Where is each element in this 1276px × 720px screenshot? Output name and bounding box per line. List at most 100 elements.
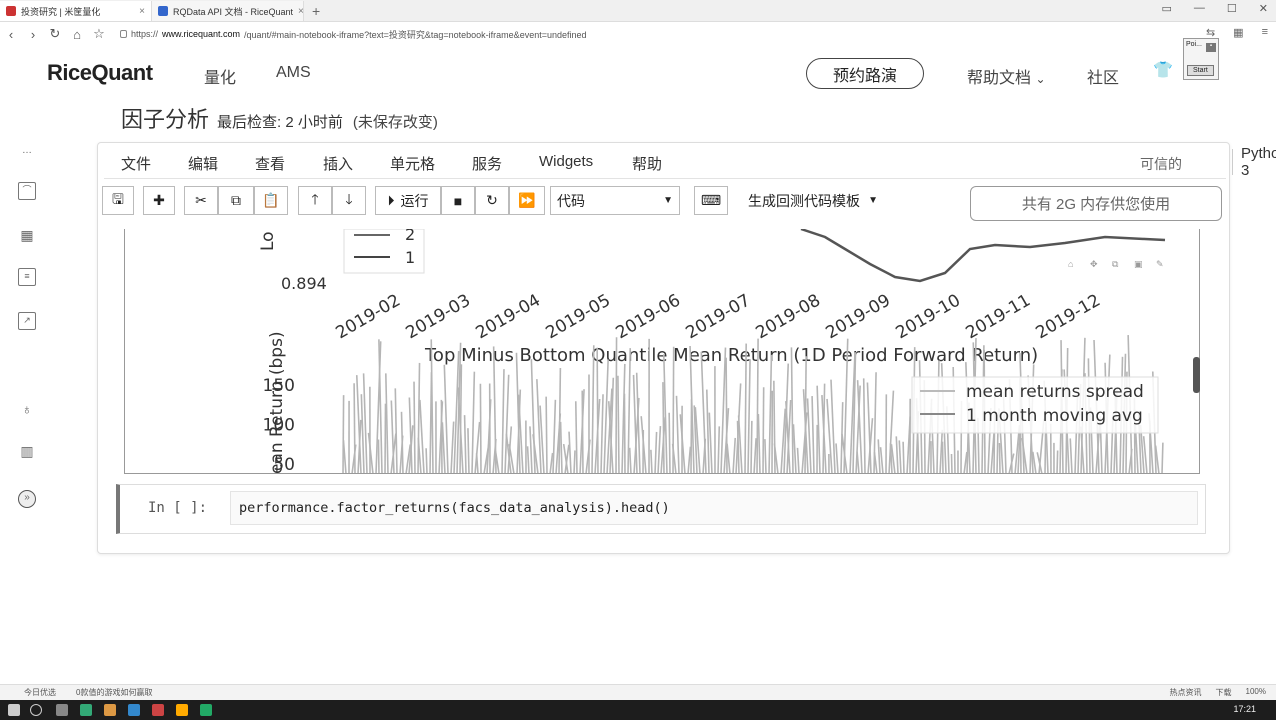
popup-close-icon[interactable]: ▪ — [1206, 43, 1216, 52]
app-icon[interactable] — [80, 704, 92, 716]
ellipsis-icon[interactable]: … — [18, 142, 36, 160]
window-menu-icon[interactable]: ▭ — [1162, 2, 1172, 15]
spread-bar — [902, 441, 905, 473]
cut-button[interactable]: ✂ — [184, 186, 218, 215]
memory-info-button[interactable]: 共有 2G 内存供您使用 — [970, 186, 1222, 221]
copy-icon: ⧉ — [231, 192, 241, 208]
insert-cell-button[interactable]: ✚ — [143, 186, 175, 215]
top-chart-line-1 — [800, 229, 1166, 283]
status-item[interactable]: 今日优选 — [24, 687, 56, 698]
menu-edit[interactable]: 编辑 — [188, 153, 218, 174]
plot-zoom-icon[interactable]: ⧉ — [1112, 259, 1119, 269]
task-view-icon[interactable] — [56, 704, 68, 716]
forward-arrows-icon[interactable]: » — [18, 490, 36, 508]
folder-icon[interactable] — [104, 704, 116, 716]
strategy-icon[interactable]: ≡ — [18, 268, 36, 286]
menu-file[interactable]: 文件 — [121, 153, 151, 174]
forward-icon[interactable]: › — [22, 27, 44, 42]
status-item[interactable]: 热点资讯 — [1170, 687, 1202, 698]
trend-icon[interactable]: ↗ — [18, 312, 36, 330]
restart-button[interactable]: ↻ — [475, 186, 509, 215]
nav-ams[interactable]: AMS — [276, 64, 311, 82]
ricequant-logo[interactable]: RiceQuant — [47, 60, 153, 86]
cell-type-select[interactable]: 代码 ▼ — [550, 186, 680, 215]
notebook-name[interactable]: 因子分析 — [121, 102, 209, 134]
maximize-icon[interactable]: ☐ — [1227, 2, 1237, 15]
run-all-button[interactable]: ⏩ — [509, 186, 545, 215]
browser-tab[interactable]: 投资研究 | 米筐量化 × — [0, 1, 152, 21]
back-icon[interactable]: ‹ — [0, 27, 22, 42]
home-icon[interactable]: ⌂ — [66, 27, 88, 42]
status-item[interactable]: 0款值的游戏如何赢取 — [76, 687, 152, 698]
spread-bar — [811, 396, 815, 473]
popup-start-button[interactable]: Start — [1187, 65, 1214, 76]
spread-bar — [705, 389, 710, 473]
windows-start-icon[interactable] — [8, 704, 20, 716]
nav-help-docs[interactable]: 帮助文档 ⌄ — [967, 64, 1046, 88]
interrupt-button[interactable]: ■ — [441, 186, 475, 215]
tab-title: 投资研究 | 米筐量化 — [21, 6, 101, 17]
book-roadshow-button[interactable]: 预约路演 — [806, 58, 924, 89]
app-icon[interactable] — [200, 704, 212, 716]
url-field[interactable]: https://www.ricequant.com/quant/#main-no… — [120, 28, 587, 41]
docs-favicon-icon — [158, 6, 168, 16]
spread-bar — [545, 396, 548, 473]
move-down-button[interactable]: 🡓 — [332, 186, 366, 215]
app-icon[interactable] — [176, 704, 188, 716]
menu-kernel[interactable]: 服务 — [472, 153, 502, 174]
plot-save-icon[interactable]: ▣ — [1134, 259, 1143, 269]
url-path: /quant/#main-notebook-iframe?text=投资研究&t… — [244, 29, 587, 40]
copy-button[interactable]: ⧉ — [218, 186, 254, 215]
menu-insert[interactable]: 插入 — [323, 153, 353, 174]
trusted-indicator[interactable]: 可信的 — [1140, 154, 1182, 174]
menu-view[interactable]: 查看 — [255, 153, 285, 174]
bookmark-star-icon[interactable]: ☆ — [88, 26, 110, 42]
x-tick-label: 2019-12 — [1033, 290, 1105, 343]
grid-icon[interactable]: ▦ — [18, 226, 36, 244]
move-up-button[interactable]: 🡑 — [298, 186, 332, 215]
plot-pan-icon[interactable]: ✥ — [1090, 259, 1098, 269]
plot-home-icon[interactable]: ⌂ — [1068, 259, 1073, 269]
paste-button[interactable]: 📋 — [254, 186, 288, 215]
spread-bar — [764, 439, 767, 473]
minimize-icon[interactable]: — — [1194, 2, 1205, 15]
reload-icon[interactable]: ↻ — [44, 26, 66, 42]
y-tick-label: 100 — [263, 416, 295, 436]
spread-bar — [536, 379, 542, 473]
new-tab-button[interactable]: + — [304, 3, 328, 21]
code-editor[interactable]: performance.factor_returns(facs_data_ana… — [230, 491, 1198, 525]
browser-icon[interactable] — [128, 704, 140, 716]
menu-widgets[interactable]: Widgets — [539, 153, 593, 170]
save-button[interactable]: 🖫 — [102, 186, 134, 215]
chart-icon[interactable]: ⌒ — [18, 182, 36, 200]
run-button[interactable]: ⏵ 运行 — [375, 186, 441, 215]
shirt-icon[interactable]: 👕 — [1153, 60, 1173, 80]
spread-bar — [529, 426, 533, 473]
spread-bar — [450, 421, 455, 473]
menu-icon[interactable]: ≡ — [1262, 26, 1268, 39]
menu-help[interactable]: 帮助 — [632, 153, 662, 174]
search-circle-icon[interactable] — [30, 704, 42, 716]
close-tab-icon[interactable]: × — [298, 6, 303, 17]
spread-bar — [1161, 442, 1164, 473]
nav-quant[interactable]: 量化 — [204, 64, 236, 88]
template-select[interactable]: 生成回测代码模板 ▼ — [742, 186, 884, 215]
close-window-icon[interactable]: ✕ — [1259, 2, 1268, 15]
menu-cell[interactable]: 单元格 — [390, 153, 435, 174]
plot-edit-icon[interactable]: ✎ — [1156, 259, 1164, 269]
lightbulb-icon[interactable]: ♁ — [18, 400, 36, 418]
status-item[interactable]: 下载 — [1216, 687, 1232, 698]
output-scrollbar[interactable] — [1193, 357, 1200, 393]
nav-community[interactable]: 社区 — [1087, 64, 1119, 88]
extensions-icon[interactable]: ▦ — [1233, 26, 1243, 39]
spread-bar — [596, 347, 599, 473]
x-tick-label: 2019-09 — [823, 290, 895, 343]
browser-tab[interactable]: RQData API 文档 - RiceQuant × — [152, 1, 304, 21]
cell-prompt: In [ ]: — [148, 500, 208, 516]
app-icon[interactable] — [152, 704, 164, 716]
keyboard-shortcuts-button[interactable]: ⌨ — [694, 186, 728, 215]
zoom-level[interactable]: 100% — [1246, 687, 1266, 698]
bar-chart-icon[interactable]: ▥ — [18, 442, 36, 460]
close-tab-icon[interactable]: × — [139, 6, 145, 17]
taskbar-clock: 17:21 — [1233, 704, 1256, 714]
